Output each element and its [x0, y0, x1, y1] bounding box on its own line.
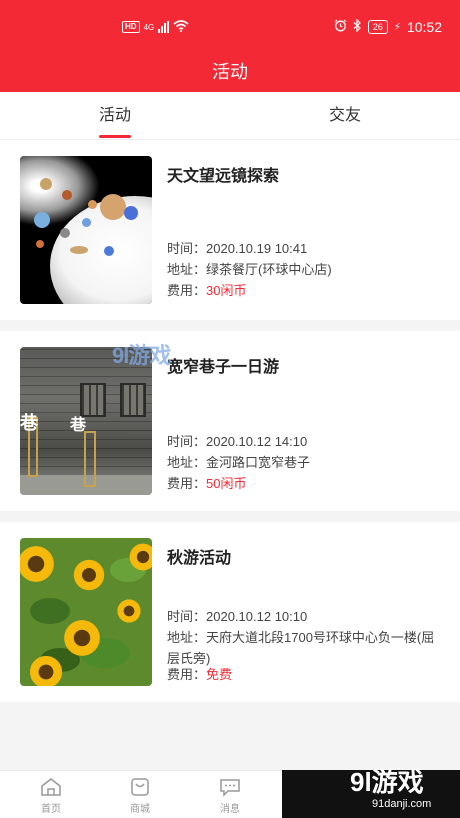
alarm-icon: [334, 19, 347, 35]
wifi-icon: [173, 19, 189, 35]
nav-home-label: 首页: [41, 804, 61, 815]
watermark-logo: 9l游戏: [350, 767, 424, 797]
status-time: 10:52: [406, 19, 442, 35]
activity-card-autumn[interactable]: 秋游活动 时间：2020.10.12 10:10 地址：天府大道北段1700号环…: [0, 522, 460, 702]
status-bar: HD 4G 26 ⚡ 10:52: [0, 14, 460, 40]
activity-title: 天文望远镜探索: [167, 168, 280, 185]
activity-time: 时间：2020.10.12 14:10: [167, 434, 308, 449]
activity-fee: 费用：免费: [167, 667, 233, 682]
activity-card-telescope[interactable]: 天文望远镜探索 时间：2020.10.19 10:41 地址：绿茶餐厅(环球中心…: [0, 140, 460, 320]
activity-image-sunflowers: [20, 538, 152, 686]
watermark-url: 91danji.com: [372, 798, 432, 810]
activity-card-alley[interactable]: 巷 巷 宽窄巷子一日游 时间：2020.10.12 14:10 地址：金河路口宽…: [0, 331, 460, 511]
battery-indicator: 26: [367, 20, 388, 34]
activity-address: 地址：绿茶餐厅(环球中心店): [167, 262, 332, 277]
charging-icon: ⚡: [393, 21, 401, 33]
bluetooth-icon: [353, 18, 362, 35]
activity-time: 时间：2020.10.12 10:10: [167, 609, 308, 624]
activity-title: 秋游活动: [167, 550, 232, 567]
nav-messages-label: 消息: [220, 804, 240, 815]
network-type: 4G: [143, 22, 155, 32]
activity-fee: 费用：30闲币: [167, 283, 247, 298]
app-header: HD 4G 26 ⚡ 10:52 活动: [0, 0, 460, 92]
activity-image-planets: [20, 156, 152, 304]
nav-messages[interactable]: 消息: [205, 777, 255, 815]
activity-title: 宽窄巷子一日游: [167, 359, 280, 376]
page-title: 活动: [212, 62, 248, 82]
active-tab-indicator: [99, 135, 131, 138]
watermark-overlay: 9l游戏: [112, 343, 171, 368]
activity-time: 时间：2020.10.19 10:41: [167, 241, 308, 256]
activity-address: 地址：天府大道北段1700号环球中心负一楼(屈层氏旁): [167, 630, 435, 666]
hd-badge: HD: [122, 21, 140, 33]
tab-activity[interactable]: 活动: [60, 92, 170, 140]
signal-icon: [158, 21, 170, 33]
activity-fee: 费用：50闲币: [167, 476, 247, 491]
shopping-bag-icon: [115, 777, 165, 797]
activity-address: 地址：金河路口宽窄巷子: [167, 455, 311, 470]
nav-mall-label: 商城: [130, 804, 150, 815]
tab-bar: 活动 交友: [0, 92, 460, 140]
nav-mall[interactable]: 商城: [115, 777, 165, 815]
tab-friends[interactable]: 交友: [290, 92, 400, 140]
home-icon: [26, 777, 76, 797]
nav-home[interactable]: 首页: [26, 777, 76, 815]
message-icon: [205, 777, 255, 797]
